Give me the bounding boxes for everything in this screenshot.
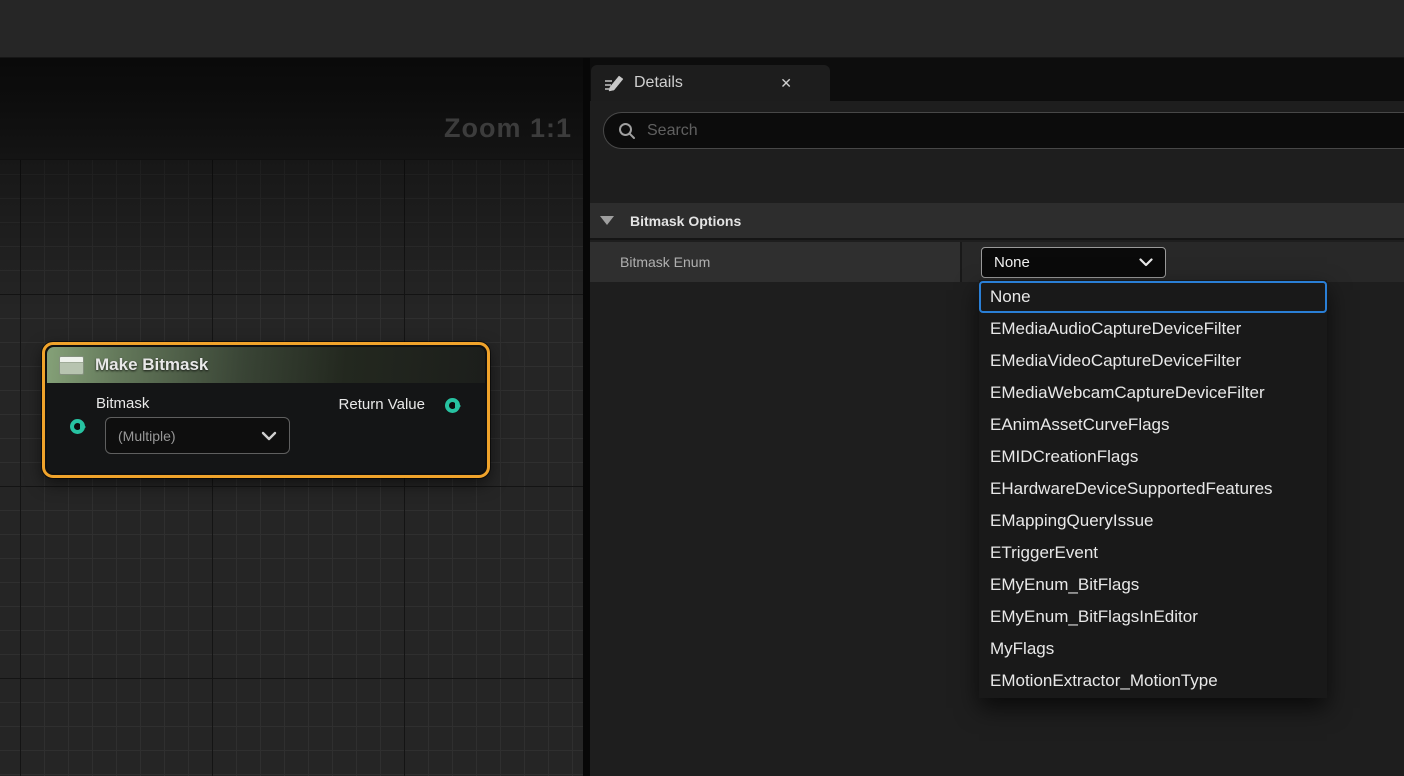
bitmask-enum-dropdown[interactable]: None [981,247,1166,278]
input-pin-label: Bitmask [96,395,149,412]
property-name-column: Bitmask Enum [590,242,960,282]
enum-dropdown-list: NoneEMediaAudioCaptureDeviceFilterEMedia… [979,280,1327,698]
category-label: Bitmask Options [630,213,741,229]
chevron-down-icon [261,431,277,441]
dropdown-option[interactable]: MyFlags [979,633,1327,665]
property-value-column: None [962,242,1404,282]
node-body-surface: Make Bitmask Bitmask (Multiple) Return V… [47,347,485,473]
bitmask-enum-value: None [994,254,1030,271]
node-title: Make Bitmask [95,355,208,375]
search-placeholder: Search [647,122,698,140]
dropdown-option[interactable]: EHardwareDeviceSupportedFeatures [979,473,1327,505]
expand-arrow-icon[interactable] [600,216,614,225]
dropdown-option[interactable]: EMappingQueryIssue [979,505,1327,537]
property-row-bitmask-enum: Bitmask Enum None [590,242,1404,282]
dropdown-option[interactable]: EMediaWebcamCaptureDeviceFilter [979,377,1327,409]
dropdown-option[interactable]: EMyEnum_BitFlags [979,569,1327,601]
category-bitmask-options[interactable]: Bitmask Options [590,203,1404,240]
property-label: Bitmask Enum [620,254,710,270]
bitmask-value-dropdown[interactable]: (Multiple) [105,417,290,454]
make-struct-icon [59,356,84,375]
make-bitmask-node[interactable]: Make Bitmask Bitmask (Multiple) Return V… [42,342,490,478]
node-header[interactable]: Make Bitmask [47,347,485,383]
unreal-editor-window: Zoom 1:1 Make Bitmask Bitmask (Multiple) [0,0,1404,776]
dropdown-option[interactable]: ETriggerEvent [979,537,1327,569]
zoom-level-indicator: Zoom 1:1 [444,113,572,144]
search-input[interactable]: Search [603,112,1404,149]
details-icon [603,72,625,94]
blueprint-graph-panel[interactable]: Zoom 1:1 Make Bitmask Bitmask (Multiple) [0,58,583,776]
dropdown-option[interactable]: EMIDCreationFlags [979,441,1327,473]
chevron-down-icon [1139,258,1153,267]
output-pin-label: Return Value [339,396,425,413]
bitmask-input-pin[interactable] [70,419,85,434]
details-tab[interactable]: Details ✕ [591,65,830,101]
dropdown-option[interactable]: EMotionExtractor_MotionType [979,665,1327,697]
bitmask-value-text: (Multiple) [118,428,176,444]
details-tab-bar: Details ✕ [590,58,1404,101]
details-body: Search Bitmask Options Bitmask Enum None [590,101,1404,776]
close-icon[interactable]: ✕ [780,75,792,92]
search-icon [617,121,637,141]
details-tab-title: Details [634,74,683,92]
return-value-pin[interactable] [445,398,460,413]
dropdown-option[interactable]: EMyEnum_BitFlagsInEditor [979,601,1327,633]
details-panel: Details ✕ Search Bitmask Options [590,58,1404,776]
graph-top-shade [0,58,583,160]
panel-splitter[interactable] [583,58,590,776]
dropdown-option[interactable]: EMediaAudioCaptureDeviceFilter [979,313,1327,345]
dropdown-option[interactable]: None [979,281,1327,313]
dropdown-option[interactable]: EAnimAssetCurveFlags [979,409,1327,441]
editor-top-bar [0,0,1404,58]
dropdown-option[interactable]: EMediaVideoCaptureDeviceFilter [979,345,1327,377]
